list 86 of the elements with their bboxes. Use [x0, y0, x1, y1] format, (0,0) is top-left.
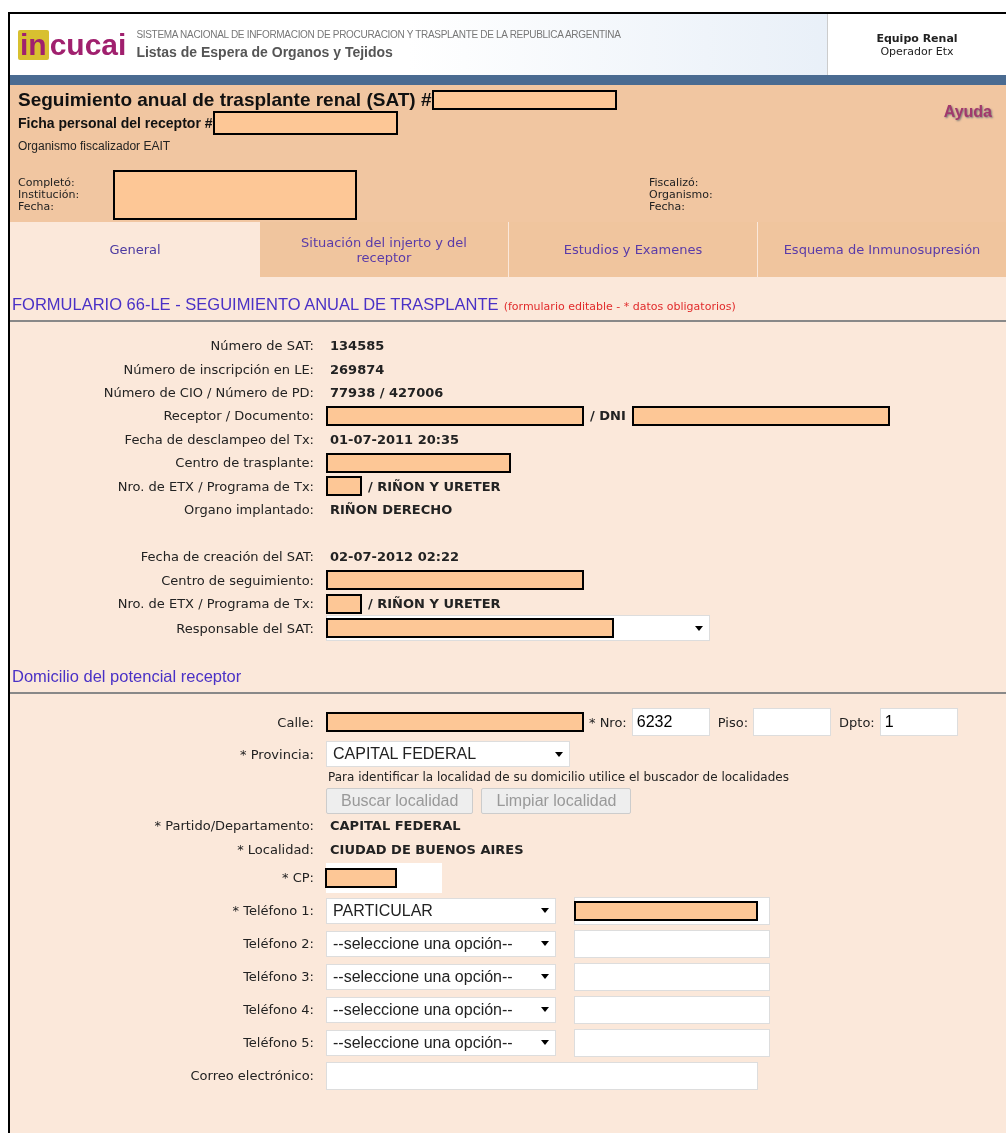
field-value: / RIÑON Y URETER	[368, 478, 501, 494]
phone-type-select[interactable]: --seleccione una opción--	[326, 930, 556, 957]
audit-label: Fiscalizó:	[649, 176, 700, 189]
field-label: Centro de seguimiento:	[160, 572, 315, 588]
field-value: RIÑON DERECHO	[330, 501, 453, 517]
phone-type-select[interactable]: PARTICULAR	[326, 897, 556, 924]
tab[interactable]: Estudios y Examenes	[508, 222, 757, 277]
field-label: * CP:	[281, 870, 315, 886]
field-label: Piso:	[717, 714, 749, 730]
redaction-block	[326, 476, 362, 497]
field-label: Correo electrónico:	[189, 1068, 315, 1084]
field-label: * Teléfono 1:	[231, 903, 315, 919]
field-label: Número de SAT:	[209, 338, 315, 354]
field-label: Nro. de ETX / Programa de Tx:	[116, 478, 315, 494]
field-label: Fecha de creación del SAT:	[139, 549, 315, 565]
phone-type-select[interactable]: --seleccione una opción--	[326, 963, 556, 990]
field-label: Receptor / Documento:	[162, 408, 315, 424]
phone-field[interactable]	[574, 995, 770, 1024]
field-value: 269874	[330, 361, 385, 377]
field-value: CAPITAL FEDERAL	[330, 818, 461, 834]
field-label: Responsable del SAT:	[175, 620, 315, 636]
user-role: Equipo Renal	[876, 31, 958, 45]
phone-type-select[interactable]: --seleccione una opción--	[326, 996, 556, 1023]
hint-text: Para identificar la localidad de su domicilio utilice el buscador de localidades	[328, 770, 789, 785]
field-label: Teléfono 3:	[242, 969, 315, 985]
field-value: 134585	[330, 338, 385, 354]
redaction-block	[325, 867, 397, 888]
field-value: 77938 / 427006	[330, 384, 444, 400]
responsible-select[interactable]	[326, 615, 710, 642]
phone-field[interactable]	[574, 929, 770, 958]
phone-field[interactable]	[574, 962, 770, 991]
field-label: Nro. de ETX / Programa de Tx:	[116, 596, 315, 612]
postal-code-field[interactable]	[326, 862, 442, 893]
field-value: CIUDAD DE BUENOS AIRES	[330, 841, 524, 857]
field-value: 01-07-2011 20:35	[330, 431, 460, 447]
field-label: Número de inscripción en LE:	[122, 361, 315, 377]
apartment-field[interactable]: 1	[879, 708, 958, 737]
logo: incucai	[18, 29, 127, 60]
caret-icon	[541, 974, 549, 980]
phone-type-select[interactable]: --seleccione una opción--	[326, 1029, 556, 1056]
tab[interactable]: Situación del injerto y del receptor	[259, 222, 508, 277]
field-label: Fecha de desclampeo del Tx:	[123, 431, 315, 447]
system-name: SISTEMA NACIONAL DE INFORMACION DE PROCURACION Y TRASPLANTE DE LA REPUBLICA ARGENTINA	[136, 29, 621, 40]
field-label: * Localidad:	[236, 841, 315, 857]
field-label: Organo implantado:	[183, 501, 315, 517]
audit-label: Completó:	[18, 176, 75, 189]
caret-icon	[541, 908, 549, 914]
field-value: / DNI	[590, 408, 626, 424]
field-value: / RIÑON Y URETER	[368, 596, 501, 612]
form-title: FORMULARIO 66-LE - SEGUIMIENTO ANUAL DE TRASPLANTE	[12, 295, 499, 313]
phone-field[interactable]	[574, 896, 770, 925]
field-label: * Nro:	[589, 714, 627, 730]
field-label: Centro de trasplante:	[174, 455, 315, 471]
number-field[interactable]: 6232	[631, 708, 710, 737]
field-label: Teléfono 2:	[242, 936, 315, 952]
audit-label: Fecha:	[649, 201, 686, 214]
caret-icon	[555, 751, 563, 757]
field-label: Teléfono 4:	[242, 1002, 315, 1018]
section-title: Domicilio del potencial receptor	[12, 667, 242, 686]
app-title: Listas de Espera de Organos y Tejidos	[136, 44, 394, 60]
user-name: Operador Etx	[880, 44, 954, 58]
province-select[interactable]: CAPITAL FEDERAL	[326, 741, 570, 768]
caret-icon	[541, 1040, 549, 1046]
record-title: Seguimiento anual de trasplante renal (SAT) #	[18, 89, 432, 111]
organism-label: Organismo fiscalizador EAIT	[18, 139, 171, 153]
floor-field[interactable]	[753, 708, 832, 737]
redaction-block	[326, 593, 362, 614]
form-note: (formulario editable - * datos obligatorios)	[503, 300, 736, 313]
field-label: Número de CIO / Número de PD:	[102, 384, 315, 400]
field-label: Dpto:	[839, 714, 875, 730]
phone-field[interactable]	[574, 1028, 770, 1057]
caret-icon	[695, 625, 703, 631]
record-subtitle: Ficha personal del receptor #	[18, 115, 213, 131]
field-value: 02-07-2012 02:22	[330, 549, 460, 565]
caret-icon	[541, 941, 549, 947]
help-link[interactable]: Ayuda	[943, 103, 992, 121]
caret-icon	[541, 1007, 549, 1013]
field-label: * Partido/Departamento:	[153, 818, 315, 834]
audit-label: Organismo:	[649, 188, 714, 202]
audit-label: Fecha:	[18, 201, 55, 214]
field-label: Calle:	[276, 714, 315, 730]
audit-label: Institución:	[18, 188, 81, 202]
field-label: Teléfono 5:	[242, 1035, 315, 1051]
email-field[interactable]	[326, 1061, 758, 1090]
tab[interactable]: Esquema de Inmunosupresión	[757, 222, 1006, 277]
field-label: * Provincia:	[239, 746, 315, 762]
